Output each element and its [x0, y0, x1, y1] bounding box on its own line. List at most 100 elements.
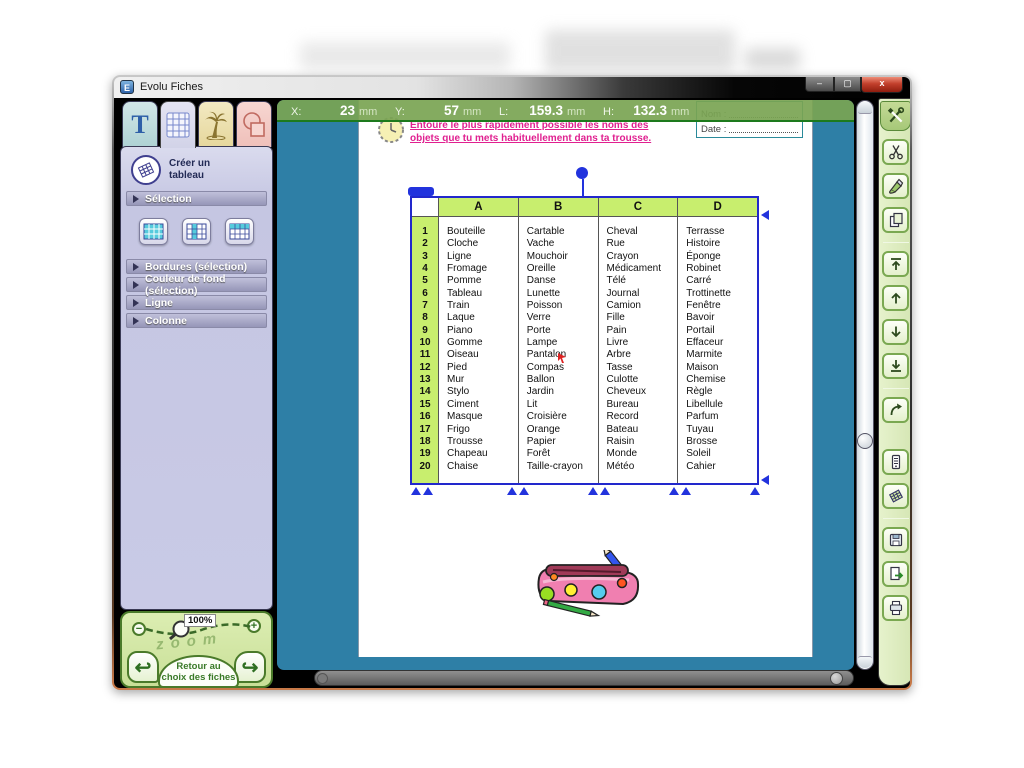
maximize-button[interactable]: ▢: [834, 77, 861, 92]
table-cell[interactable]: Télé: [607, 275, 678, 287]
row-number[interactable]: 19: [412, 448, 438, 460]
row-number[interactable]: 9: [412, 325, 438, 337]
table-cell[interactable]: Pied: [447, 362, 518, 374]
section-row[interactable]: Ligne: [126, 295, 267, 310]
table-cell[interactable]: Pain: [607, 325, 678, 337]
scroll-down-button[interactable]: [858, 656, 872, 668]
row-number[interactable]: 15: [412, 399, 438, 411]
vertical-scrollbar[interactable]: [856, 100, 874, 670]
table-cell[interactable]: Pomme: [447, 275, 518, 287]
table-cell[interactable]: Lunette: [527, 288, 598, 300]
table-cell[interactable]: Robinet: [686, 263, 757, 275]
document-canvas[interactable]: Entoure le plus rapidement possible les …: [277, 100, 854, 670]
table-cell[interactable]: Gomme: [447, 337, 518, 349]
table-cell[interactable]: Carré: [686, 275, 757, 287]
row-number[interactable]: 1: [412, 226, 438, 238]
column-header[interactable]: D: [678, 198, 757, 217]
table-cell[interactable]: Verre: [527, 312, 598, 324]
table-cell[interactable]: Raisin: [607, 436, 678, 448]
minimize-button[interactable]: –: [805, 77, 834, 92]
table-bottom-marker[interactable]: [669, 487, 679, 495]
row-number[interactable]: 13: [412, 374, 438, 386]
table-cell[interactable]: Fille: [607, 312, 678, 324]
table-cell[interactable]: Brosse: [686, 436, 757, 448]
table-cell[interactable]: Trousse: [447, 436, 518, 448]
table-bottom-marker[interactable]: [600, 487, 610, 495]
table-cell[interactable]: Tableau: [447, 288, 518, 300]
table-corner-cell[interactable]: [412, 198, 438, 217]
table-tool-button[interactable]: [882, 483, 909, 509]
row-number[interactable]: 10: [412, 337, 438, 349]
create-table-button[interactable]: Créer untableau: [131, 155, 262, 185]
column-header[interactable]: C: [599, 198, 678, 217]
table-cell[interactable]: Tasse: [607, 362, 678, 374]
table-cell[interactable]: Train: [447, 300, 518, 312]
table-bottom-marker[interactable]: [507, 487, 517, 495]
save-button[interactable]: [882, 527, 909, 553]
table-side-marker[interactable]: [761, 475, 769, 485]
table-cell[interactable]: Record: [607, 411, 678, 423]
horizontal-scrollbar[interactable]: [314, 670, 854, 686]
instruction-text[interactable]: Entoure le plus rapidement possible les …: [410, 119, 651, 145]
section-selection[interactable]: Sélection: [126, 191, 267, 206]
row-number[interactable]: 2: [412, 238, 438, 250]
table-cell[interactable]: Cheval: [607, 226, 678, 238]
table-cell[interactable]: Médicament: [607, 263, 678, 275]
section-column[interactable]: Colonne: [126, 313, 267, 328]
row-number[interactable]: 14: [412, 386, 438, 398]
tab-image[interactable]: [198, 101, 234, 147]
table-cell[interactable]: Camion: [607, 300, 678, 312]
table-cell[interactable]: Chapeau: [447, 448, 518, 460]
bring-to-front-button[interactable]: [882, 251, 909, 277]
table-cell[interactable]: Oreille: [527, 263, 598, 275]
table-cell[interactable]: Culotte: [607, 374, 678, 386]
table-cell[interactable]: Cloche: [447, 238, 518, 250]
table-cell[interactable]: Terrasse: [686, 226, 757, 238]
row-number[interactable]: 3: [412, 251, 438, 263]
table-cell[interactable]: Mur: [447, 374, 518, 386]
title-bar[interactable]: E Evolu Fiches – ▢ x: [114, 77, 910, 98]
table-cell[interactable]: Tuyau: [686, 424, 757, 436]
table-cell[interactable]: Danse: [527, 275, 598, 287]
paste-glue-button[interactable]: [882, 173, 909, 199]
table-cell[interactable]: Journal: [607, 288, 678, 300]
table-cell[interactable]: Frigo: [447, 424, 518, 436]
back-to-sheets-button[interactable]: Retour auchoix des fiches: [158, 655, 239, 688]
table-cell[interactable]: Cartable: [527, 226, 598, 238]
calculator-button[interactable]: [882, 449, 909, 475]
table-cell[interactable]: Vache: [527, 238, 598, 250]
table-cell[interactable]: Ballon: [527, 374, 598, 386]
table-cell[interactable]: Lit: [527, 399, 598, 411]
table-cell[interactable]: Cahier: [686, 461, 757, 473]
table-cell[interactable]: Ciment: [447, 399, 518, 411]
table-cell[interactable]: Histoire: [686, 238, 757, 250]
row-number[interactable]: 12: [412, 362, 438, 374]
column-header[interactable]: A: [439, 198, 518, 217]
table-side-marker[interactable]: [761, 210, 769, 220]
move-up-button[interactable]: [882, 285, 909, 311]
copy-button[interactable]: [882, 207, 909, 233]
table-cell[interactable]: Effaceur: [686, 337, 757, 349]
table-cell[interactable]: Livre: [607, 337, 678, 349]
select-row-button[interactable]: [225, 218, 254, 245]
table-cell[interactable]: Chaise: [447, 461, 518, 473]
row-number[interactable]: 18: [412, 436, 438, 448]
table-cell[interactable]: Lampe: [527, 337, 598, 349]
table-cell[interactable]: Portail: [686, 325, 757, 337]
pencil-case-image[interactable]: [529, 550, 649, 623]
row-number[interactable]: 11: [412, 349, 438, 361]
table-bottom-marker[interactable]: [750, 487, 760, 495]
table-bottom-marker[interactable]: [519, 487, 529, 495]
table-cell[interactable]: Météo: [607, 461, 678, 473]
table-cell[interactable]: Bouteille: [447, 226, 518, 238]
select-column-button[interactable]: [182, 218, 211, 245]
table-cell[interactable]: Chemise: [686, 374, 757, 386]
scroll-up-button[interactable]: [858, 102, 872, 114]
row-number[interactable]: 8: [412, 312, 438, 324]
table-cell[interactable]: Orange: [527, 424, 598, 436]
close-button[interactable]: x: [861, 77, 903, 93]
table-cell[interactable]: Bateau: [607, 424, 678, 436]
table-cell[interactable]: Libellule: [686, 399, 757, 411]
table-cell[interactable]: Papier: [527, 436, 598, 448]
table-cell[interactable]: Poisson: [527, 300, 598, 312]
